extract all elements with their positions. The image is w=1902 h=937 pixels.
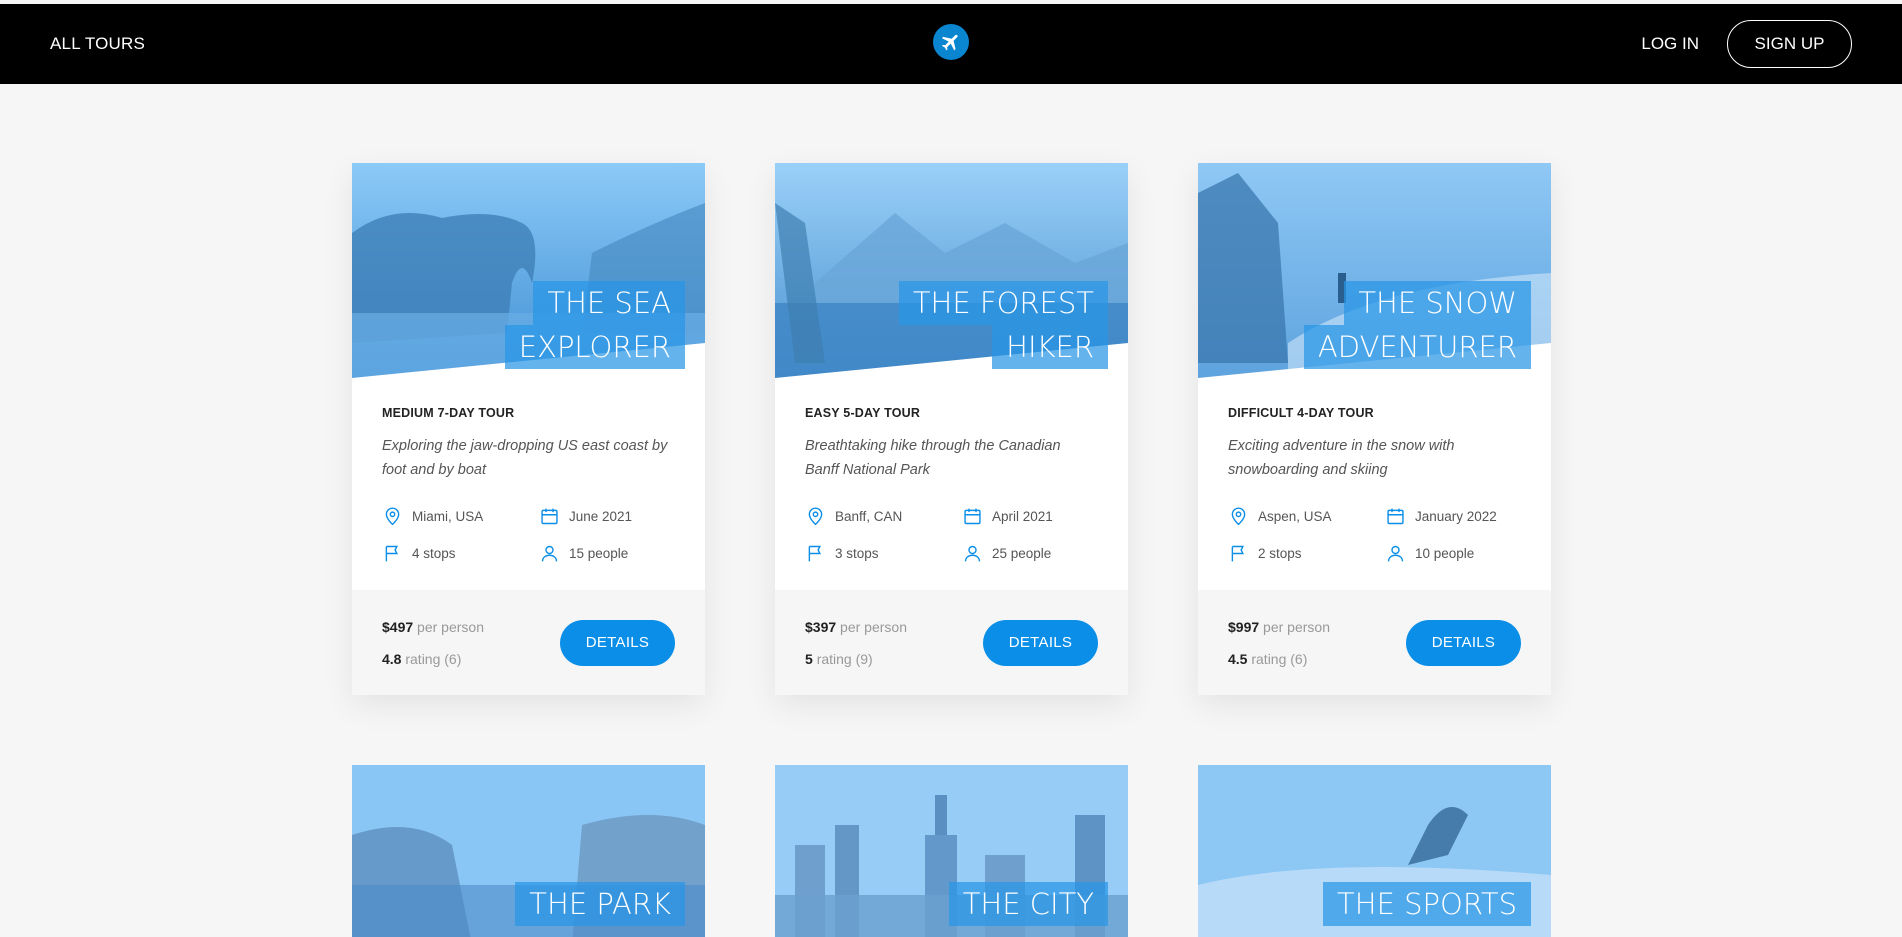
rating-line: 5 rating (9)	[805, 650, 873, 667]
tour-title: THE SNOW ADVENTURER	[1303, 281, 1531, 369]
signup-button[interactable]: SIGN UP	[1727, 20, 1852, 68]
rating-line: 4.8 rating (6)	[382, 650, 462, 667]
people-info: 10 people	[1385, 543, 1525, 564]
tour-card: THE FOREST HIKER EASY 5-DAY TOUR Breatht…	[775, 163, 1128, 695]
map-pin-icon	[1231, 507, 1246, 526]
details-button[interactable]: DETAILS	[1406, 619, 1521, 666]
card-details: MEDIUM 7-DAY TOUR Exploring the jaw-drop…	[352, 378, 705, 590]
tour-title: THE SEA EXPLORER	[504, 281, 685, 369]
details-button[interactable]: DETAILS	[983, 619, 1098, 666]
map-pin-icon	[808, 507, 823, 526]
tour-summary: Breathtaking hike through the Canadian B…	[805, 438, 1061, 478]
page: ALL TOURS LOG IN SIGN UP THE SEA EXPLORE…	[0, 0, 1902, 937]
user-icon	[964, 545, 981, 562]
flag-icon	[1231, 545, 1245, 562]
login-link[interactable]: LOG IN	[1641, 34, 1699, 54]
rating-line: 4.5 rating (6)	[1228, 650, 1308, 667]
map-pin-icon	[385, 507, 400, 526]
card-footer: $497 per person 4.8 rating (6) DETAILS	[352, 590, 705, 695]
people-info: 25 people	[962, 543, 1102, 564]
tour-card-partial: THE CITY	[775, 765, 1128, 937]
price-line: $497 per person	[382, 618, 484, 635]
calendar-icon	[541, 508, 558, 525]
location-info: Aspen, USA	[1228, 506, 1385, 527]
flag-icon	[385, 545, 399, 562]
user-icon	[1387, 545, 1404, 562]
people-info: 15 people	[539, 543, 679, 564]
airplane-icon[interactable]	[933, 24, 969, 60]
tour-card-partial: THE PARK	[352, 765, 705, 937]
tour-card: THE SNOW ADVENTURER DIFFICULT 4-DAY TOUR…	[1198, 163, 1551, 695]
tour-subtitle: DIFFICULT 4-DAY TOUR	[1228, 406, 1374, 420]
stops-info: 4 stops	[382, 543, 539, 564]
details-button[interactable]: DETAILS	[560, 619, 675, 666]
top-navbar: ALL TOURS LOG IN SIGN UP	[0, 4, 1902, 84]
date-info: January 2022	[1385, 506, 1525, 527]
all-tours-link[interactable]: ALL TOURS	[50, 4, 145, 84]
tour-summary: Exciting adventure in the snow with snow…	[1228, 438, 1455, 478]
tour-title: THE SPORTS	[1323, 882, 1531, 926]
calendar-icon	[1387, 508, 1404, 525]
tour-summary: Exploring the jaw-dropping US east coast…	[382, 438, 668, 478]
card-details: EASY 5-DAY TOUR Breathtaking hike throug…	[775, 378, 1128, 590]
card-header: THE SNOW ADVENTURER	[1198, 163, 1551, 378]
card-details: DIFFICULT 4-DAY TOUR Exciting adventure …	[1198, 378, 1551, 590]
price-line: $397 per person	[805, 618, 907, 635]
tour-title: THE PARK	[515, 882, 685, 926]
date-info: June 2021	[539, 506, 679, 527]
location-info: Miami, USA	[382, 506, 539, 527]
date-info: April 2021	[962, 506, 1102, 527]
card-header: THE SEA EXPLORER	[352, 163, 705, 378]
card-header: THE FOREST HIKER	[775, 163, 1128, 378]
price-line: $997 per person	[1228, 618, 1330, 635]
card-footer: $997 per person 4.5 rating (6) DETAILS	[1198, 590, 1551, 695]
card-footer: $397 per person 5 rating (9) DETAILS	[775, 590, 1128, 695]
tour-subtitle: MEDIUM 7-DAY TOUR	[382, 406, 515, 420]
tour-subtitle: EASY 5-DAY TOUR	[805, 406, 921, 420]
tour-title: THE CITY	[948, 882, 1108, 926]
stops-info: 2 stops	[1228, 543, 1385, 564]
user-icon	[541, 545, 558, 562]
location-info: Banff, CAN	[805, 506, 962, 527]
stops-info: 3 stops	[805, 543, 962, 564]
tour-card-partial: THE SPORTS	[1198, 765, 1551, 937]
auth-nav: LOG IN SIGN UP	[1641, 4, 1852, 84]
flag-icon	[808, 545, 822, 562]
tour-title: THE FOREST HIKER	[898, 281, 1108, 369]
tour-card: THE SEA EXPLORER MEDIUM 7-DAY TOUR Explo…	[352, 163, 705, 695]
calendar-icon	[964, 508, 981, 525]
